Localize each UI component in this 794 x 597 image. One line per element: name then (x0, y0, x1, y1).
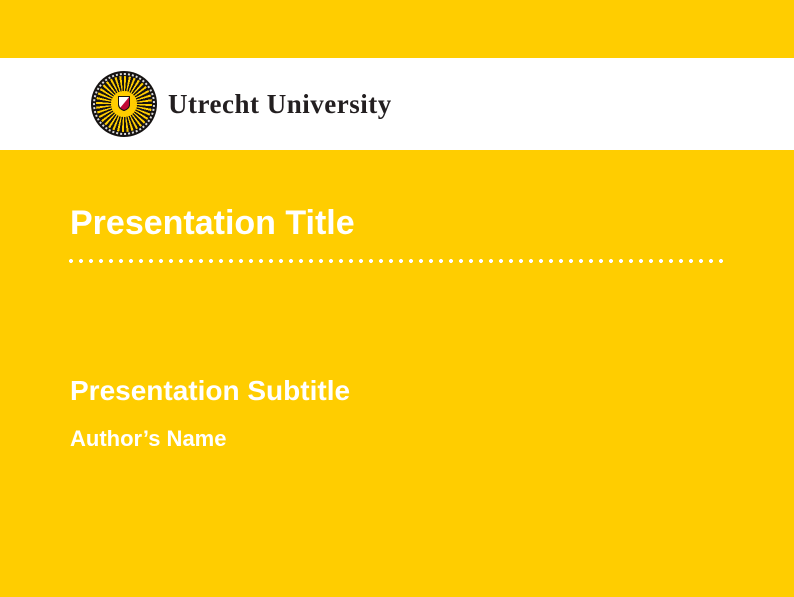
utrecht-university-logo: Utrecht University (91, 71, 392, 137)
author-name: Author’s Name (70, 428, 226, 450)
sun-seal-icon (91, 71, 157, 137)
logo-wordmark: Utrecht University (168, 89, 392, 120)
title-slide: Utrecht University Presentation Title Pr… (0, 0, 794, 597)
dotted-divider (68, 258, 728, 264)
presentation-subtitle: Presentation Subtitle (70, 377, 350, 405)
logo-band: Utrecht University (0, 58, 794, 150)
top-yellow-band (0, 0, 794, 58)
presentation-title: Presentation Title (70, 206, 355, 240)
shield-icon (118, 96, 130, 111)
